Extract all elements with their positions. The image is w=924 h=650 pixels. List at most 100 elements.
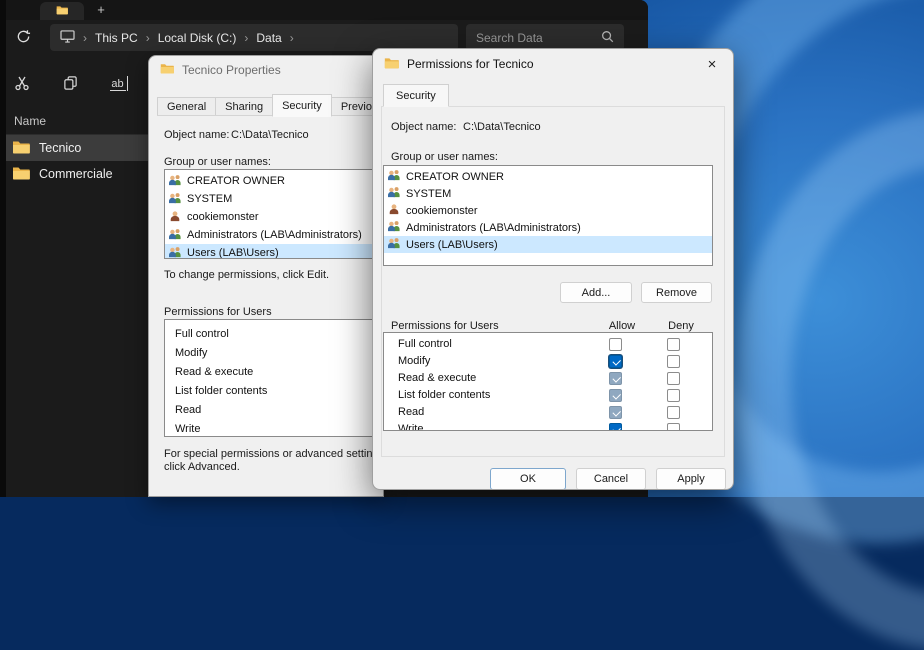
- permissions-label: Permissions for Users: [391, 320, 499, 332]
- permissions-dialog-titlebar[interactable]: Permissions for Tecnico: [373, 49, 733, 79]
- copy-button[interactable]: [58, 72, 82, 96]
- folder-icon: [56, 2, 68, 20]
- tab-security[interactable]: Security: [272, 94, 332, 117]
- permission-label: Full control: [175, 328, 229, 340]
- list-item-system[interactable]: SYSTEM: [165, 190, 384, 208]
- refresh-icon: [16, 29, 31, 47]
- object-name-value: C:\Data\Tecnico: [463, 121, 541, 133]
- list-item-users[interactable]: Users (LAB\Users): [165, 244, 384, 259]
- list-item-administrators[interactable]: Administrators (LAB\Administrators): [384, 219, 712, 236]
- chevron-right-icon: ›: [83, 31, 87, 45]
- user-name: cookiemonster: [406, 205, 478, 217]
- chevron-right-icon[interactable]: ›: [146, 31, 150, 45]
- permission-label: Read: [175, 404, 201, 416]
- permission-row: Write: [165, 419, 384, 437]
- allow-checkbox-read[interactable]: [609, 406, 622, 419]
- cancel-button[interactable]: Cancel: [576, 468, 646, 490]
- new-tab-button[interactable]: +: [92, 1, 110, 19]
- group-name: Administrators (LAB\Administrators): [187, 229, 362, 241]
- deny-checkbox-write[interactable]: [667, 423, 680, 431]
- permission-label: Read & execute: [398, 372, 476, 384]
- allow-checkbox-read-execute[interactable]: [609, 372, 622, 385]
- file-name: Commerciale: [39, 167, 113, 181]
- permission-label: Modify: [398, 355, 430, 367]
- group-name: SYSTEM: [406, 188, 451, 200]
- object-name-label: Object name:: [164, 129, 231, 141]
- allow-checkbox-full-control[interactable]: [609, 338, 622, 351]
- group-user-list[interactable]: CREATOR OWNER SYSTEM cookiemonster Admin…: [383, 165, 713, 266]
- tab-general[interactable]: General: [157, 97, 216, 116]
- breadcrumb-data[interactable]: Data: [256, 31, 281, 45]
- group-name: CREATOR OWNER: [406, 171, 504, 183]
- group-user-list[interactable]: CREATOR OWNER SYSTEM cookiemonster Admin…: [164, 169, 384, 259]
- list-item-system[interactable]: SYSTEM: [384, 185, 712, 202]
- screen-edge: [0, 0, 6, 497]
- deny-checkbox-read-execute[interactable]: [667, 372, 680, 385]
- breadcrumb-this-pc[interactable]: This PC: [95, 31, 138, 45]
- group-name: Users (LAB\Users): [187, 247, 279, 259]
- copy-icon: [63, 75, 78, 94]
- list-item-creator-owner[interactable]: CREATOR OWNER: [384, 168, 712, 185]
- chevron-right-icon[interactable]: ›: [290, 31, 294, 45]
- file-row-commerciale[interactable]: Commerciale: [0, 161, 148, 187]
- allow-checkbox-write[interactable]: [609, 423, 622, 431]
- apply-button[interactable]: Apply: [656, 468, 726, 490]
- group-name: SYSTEM: [187, 193, 232, 205]
- permission-label: List folder contents: [398, 389, 490, 401]
- allow-checkbox-list-folder-contents[interactable]: [609, 389, 622, 402]
- tab-panel-border: [157, 115, 384, 116]
- properties-dialog: Tecnico Properties General Sharing Secur…: [148, 55, 384, 497]
- cut-button[interactable]: [10, 72, 34, 96]
- list-item-creator-owner[interactable]: CREATOR OWNER: [165, 172, 384, 190]
- properties-dialog-titlebar[interactable]: Tecnico Properties: [149, 56, 383, 84]
- search-box[interactable]: Search Data: [466, 24, 624, 51]
- explorer-tab[interactable]: [40, 2, 84, 20]
- tab-security[interactable]: Security: [383, 84, 449, 107]
- breadcrumb-local-disk-c[interactable]: Local Disk (C:): [158, 31, 237, 45]
- group-icon: [387, 237, 401, 252]
- deny-checkbox-read[interactable]: [667, 406, 680, 419]
- ok-button[interactable]: OK: [490, 468, 566, 490]
- permissions-label: Permissions for Users: [164, 306, 272, 318]
- allow-checkbox-modify[interactable]: [609, 355, 622, 368]
- object-name-label: Object name:: [391, 121, 463, 133]
- group-name: Users (LAB\Users): [406, 239, 498, 251]
- deny-checkbox-modify[interactable]: [667, 355, 680, 368]
- refresh-button[interactable]: [12, 27, 34, 49]
- permission-row-modify: Modify: [384, 353, 712, 370]
- permission-row: Read & execute: [165, 362, 384, 381]
- close-icon[interactable]: ×: [703, 55, 721, 73]
- list-item-administrators[interactable]: Administrators (LAB\Administrators): [165, 226, 384, 244]
- allow-column-header: Allow: [597, 320, 647, 332]
- chevron-right-icon[interactable]: ›: [244, 31, 248, 45]
- group-icon: [168, 192, 182, 207]
- file-row-tecnico[interactable]: Tecnico: [0, 135, 148, 161]
- dialog-title: Permissions for Tecnico: [407, 57, 534, 71]
- search-icon[interactable]: [601, 30, 614, 46]
- group-icon: [168, 174, 182, 189]
- list-item-cookiemonster[interactable]: cookiemonster: [384, 202, 712, 219]
- list-item-users[interactable]: Users (LAB\Users): [384, 236, 712, 253]
- permissions-checkbox-list[interactable]: Full control Modify Read & execute List …: [383, 332, 713, 431]
- permissions-list[interactable]: Full control Modify Read & execute List …: [164, 319, 384, 437]
- column-header-name[interactable]: Name: [0, 108, 148, 135]
- group-icon: [387, 169, 401, 184]
- permission-label: Read: [398, 406, 424, 418]
- scissors-icon: [14, 75, 30, 94]
- address-bar[interactable]: › This PC › Local Disk (C:) › Data ›: [50, 24, 458, 51]
- file-name: Tecnico: [39, 141, 81, 155]
- this-pc-icon: [60, 30, 75, 46]
- deny-checkbox-full-control[interactable]: [667, 338, 680, 351]
- remove-button[interactable]: Remove: [641, 282, 712, 303]
- advanced-hint-line2: click Advanced.: [164, 461, 240, 473]
- explorer-tab-bar: +: [0, 0, 648, 20]
- tab-sharing[interactable]: Sharing: [215, 97, 273, 116]
- deny-checkbox-list-folder-contents[interactable]: [667, 389, 680, 402]
- folder-icon: [12, 140, 30, 157]
- list-item-cookiemonster[interactable]: cookiemonster: [165, 208, 384, 226]
- group-icon: [168, 246, 182, 260]
- add-button[interactable]: Add...: [560, 282, 632, 303]
- rename-button[interactable]: ab: [106, 72, 130, 96]
- object-name-value: C:\Data\Tecnico: [231, 129, 309, 141]
- permission-label: List folder contents: [175, 385, 267, 397]
